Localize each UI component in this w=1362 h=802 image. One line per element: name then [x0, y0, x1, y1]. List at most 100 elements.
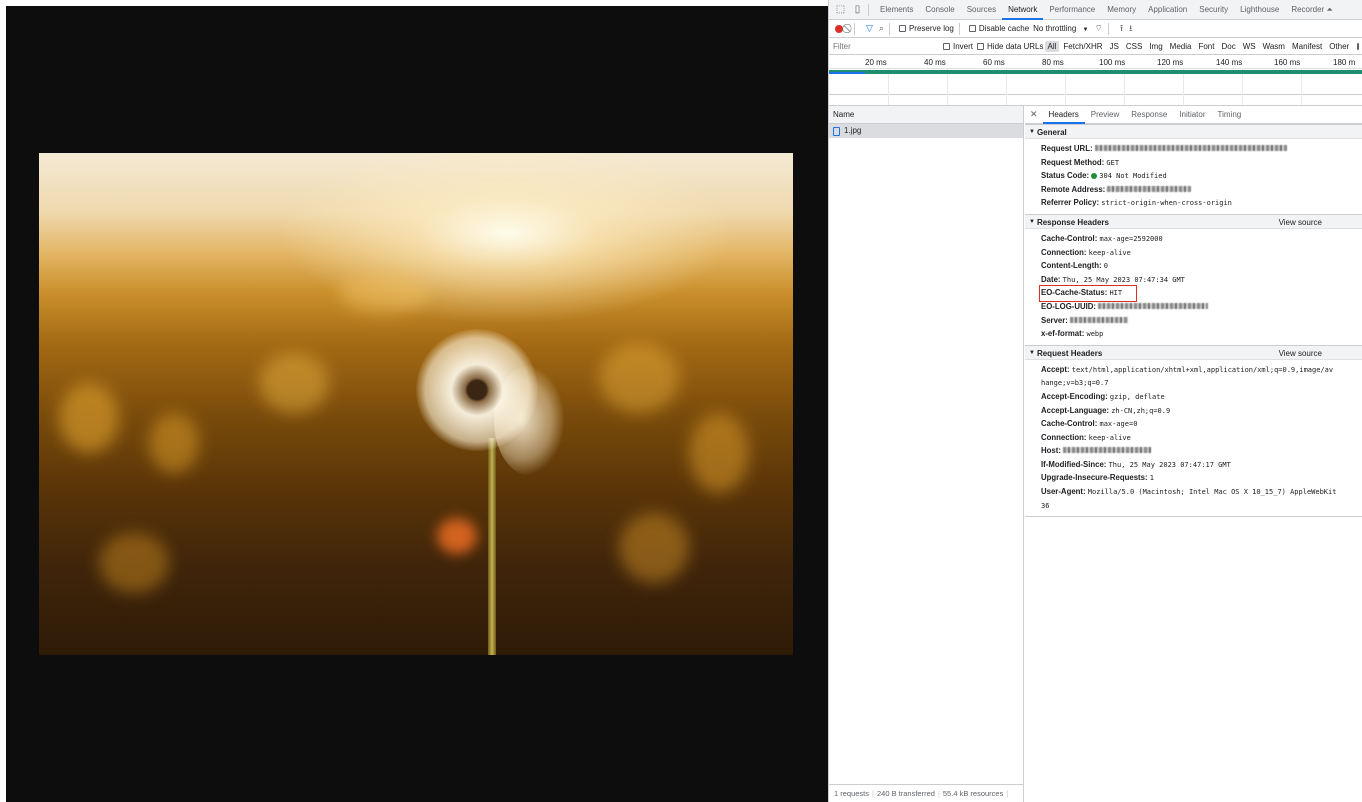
timeline-label: 60 ms	[983, 58, 1005, 67]
timeline-label: 160 ms	[1274, 58, 1301, 67]
filter-type-fetch-xhr[interactable]: Fetch/XHR	[1060, 41, 1105, 52]
header-row: Date: Thu, 25 May 2023 07:47:34 GMT	[1041, 274, 1185, 284]
tab-headers[interactable]: Headers	[1042, 106, 1085, 124]
header-row: Accept-Encoding: gzip, deflate	[1041, 391, 1165, 401]
tab-memory[interactable]: Memory	[1101, 0, 1142, 20]
chevron-down-icon: ▼	[1082, 27, 1089, 33]
header-row: EO-LOG-UUID:	[1041, 300, 1362, 314]
blocked-checkbox[interactable]	[1357, 42, 1360, 50]
preserve-log-checkbox[interactable]: Preserve log	[898, 24, 954, 33]
request-url-row: Request URL:	[1041, 142, 1362, 156]
requests-area: Name f 1.jpg 1 requests|240 B transferre…	[829, 105, 1362, 802]
redacted-value	[1107, 185, 1192, 192]
tab-recorder[interactable]: Recorder ⏶	[1285, 0, 1339, 20]
inspect-element-icon[interactable]: ⬚	[835, 4, 846, 15]
header-row-continued: 36	[1041, 501, 1050, 510]
throttling-select[interactable]: No throttling ▼	[1033, 24, 1088, 33]
hide-data-urls-checkbox[interactable]: Hide data URLs	[977, 42, 1044, 51]
request-headers-section: ▼ Request Headers View source Accept: te…	[1025, 344, 1362, 517]
eo-cache-status-row: EO-Cache-Status: HIT	[1038, 285, 1362, 302]
header-row: x-ef-format: webp	[1041, 329, 1104, 339]
requests-name-column: Name f 1.jpg 1 requests|240 B transferre…	[829, 106, 1024, 802]
remote-address-row: Remote Address:	[1041, 183, 1362, 197]
search-icon[interactable]: ⌕	[879, 23, 884, 34]
timeline-label: 80 ms	[1042, 58, 1064, 67]
device-toolbar-icon[interactable]: ▯	[852, 4, 863, 15]
filter-type-other[interactable]: Other	[1326, 41, 1352, 52]
request-headers-header[interactable]: ▼ Request Headers View source	[1025, 344, 1362, 361]
view-source-link[interactable]: View source	[1279, 346, 1322, 361]
highlight-box: EO-Cache-Status: HIT	[1038, 285, 1138, 302]
filter-type-wasm[interactable]: Wasm	[1260, 41, 1288, 52]
invert-checkbox[interactable]: Invert	[943, 42, 973, 51]
filter-type-manifest[interactable]: Manifest	[1289, 41, 1325, 52]
timeline-label: 40 ms	[924, 58, 946, 67]
header-row: Cache-Control: max-age=0	[1041, 419, 1138, 429]
tab-application[interactable]: Application	[1142, 0, 1193, 20]
tab-console[interactable]: Console	[919, 0, 960, 20]
orange-bokeh	[437, 518, 477, 554]
header-row: Host:	[1041, 444, 1362, 458]
filter-type-doc[interactable]: Doc	[1218, 41, 1238, 52]
detail-tabs: ✕ Headers Preview Response Initiator Tim…	[1025, 106, 1362, 124]
filter-type-all[interactable]: All	[1044, 40, 1060, 52]
tab-response[interactable]: Response	[1125, 106, 1173, 124]
network-conditions-icon[interactable]: ⌔	[1094, 23, 1102, 34]
filter-type-ws[interactable]: WS	[1240, 41, 1259, 52]
filter-icon[interactable]: ▽	[866, 23, 873, 34]
response-headers-header[interactable]: ▼ Response Headers View source	[1025, 213, 1362, 230]
transferred-size: 240 B transferred	[876, 789, 935, 798]
status-ok-icon	[1091, 172, 1098, 179]
triangle-down-icon: ▼	[1029, 349, 1035, 356]
response-headers-section: ▼ Response Headers View source Cache-Con…	[1025, 213, 1362, 345]
network-overview-timeline[interactable]: 20 ms 40 ms 60 ms 80 ms 100 ms 120 ms 14…	[829, 55, 1362, 95]
header-row: Connection: keep-alive	[1041, 247, 1131, 257]
header-row: Accept: text/html,application/xhtml+xml,…	[1041, 364, 1334, 374]
name-column-header[interactable]: Name	[829, 106, 1023, 124]
timeline-label: 140 ms	[1216, 58, 1243, 67]
triangle-down-icon: ▼	[1029, 129, 1035, 135]
devtools-panel: ⬚ ▯ Elements Console Sources Network Per…	[828, 0, 1362, 802]
timeline-label: 20 ms	[865, 58, 887, 67]
dandelion-head	[416, 329, 538, 451]
image-file-icon: f	[833, 126, 840, 136]
dandelion-stem	[488, 438, 496, 655]
filter-type-font[interactable]: Font	[1195, 41, 1217, 52]
request-file-name: 1.jpg	[844, 126, 862, 135]
redacted-value	[1094, 145, 1287, 151]
timeline-label: 100 ms	[1099, 58, 1126, 67]
filter-type-css[interactable]: CSS	[1123, 41, 1145, 52]
general-section-header[interactable]: ▼ General	[1025, 124, 1362, 139]
close-icon[interactable]: ✕	[1030, 109, 1038, 120]
tab-timing[interactable]: Timing	[1212, 106, 1248, 124]
filter-input[interactable]	[833, 39, 939, 53]
tab-network[interactable]: Network	[1002, 0, 1044, 20]
tab-lighthouse[interactable]: Lighthouse	[1234, 0, 1285, 20]
import-har-icon[interactable]: ⭱	[1120, 21, 1123, 37]
tab-initiator[interactable]: Initiator	[1173, 106, 1211, 124]
network-toolbar: ⃠ ▽ ⌕ Preserve log Disable cache No thro…	[829, 20, 1362, 38]
tab-performance[interactable]: Performance	[1043, 0, 1101, 20]
request-detail-pane: ✕ Headers Preview Response Initiator Tim…	[1025, 106, 1362, 802]
tab-preview[interactable]: Preview	[1085, 106, 1125, 124]
filter-type-js[interactable]: JS	[1107, 41, 1122, 52]
view-source-link[interactable]: View source	[1279, 215, 1322, 230]
request-row[interactable]: f 1.jpg	[829, 124, 1023, 138]
resources-size: 55.4 kB resources	[942, 789, 1004, 798]
header-row: Server:	[1041, 314, 1362, 328]
filter-type-img[interactable]: Img	[1146, 41, 1165, 52]
tab-security[interactable]: Security	[1193, 0, 1234, 20]
timeline-waterfall-bar	[829, 70, 1362, 74]
tab-elements[interactable]: Elements	[874, 0, 919, 20]
devtools-main-tabs: ⬚ ▯ Elements Console Sources Network Per…	[829, 0, 1362, 20]
tab-sources[interactable]: Sources	[961, 0, 1002, 20]
record-icon[interactable]	[835, 24, 843, 33]
general-section: ▼ General Request URL: Request Method: G…	[1025, 124, 1362, 214]
redacted-value	[1098, 302, 1209, 309]
page-viewport	[6, 6, 828, 802]
header-row: Connection: keep-alive	[1041, 432, 1131, 442]
export-har-icon[interactable]: ⭳	[1129, 21, 1132, 37]
dandelion-photo	[39, 153, 793, 655]
disable-cache-checkbox[interactable]: Disable cache	[968, 24, 1029, 33]
filter-type-media[interactable]: Media	[1167, 41, 1195, 52]
